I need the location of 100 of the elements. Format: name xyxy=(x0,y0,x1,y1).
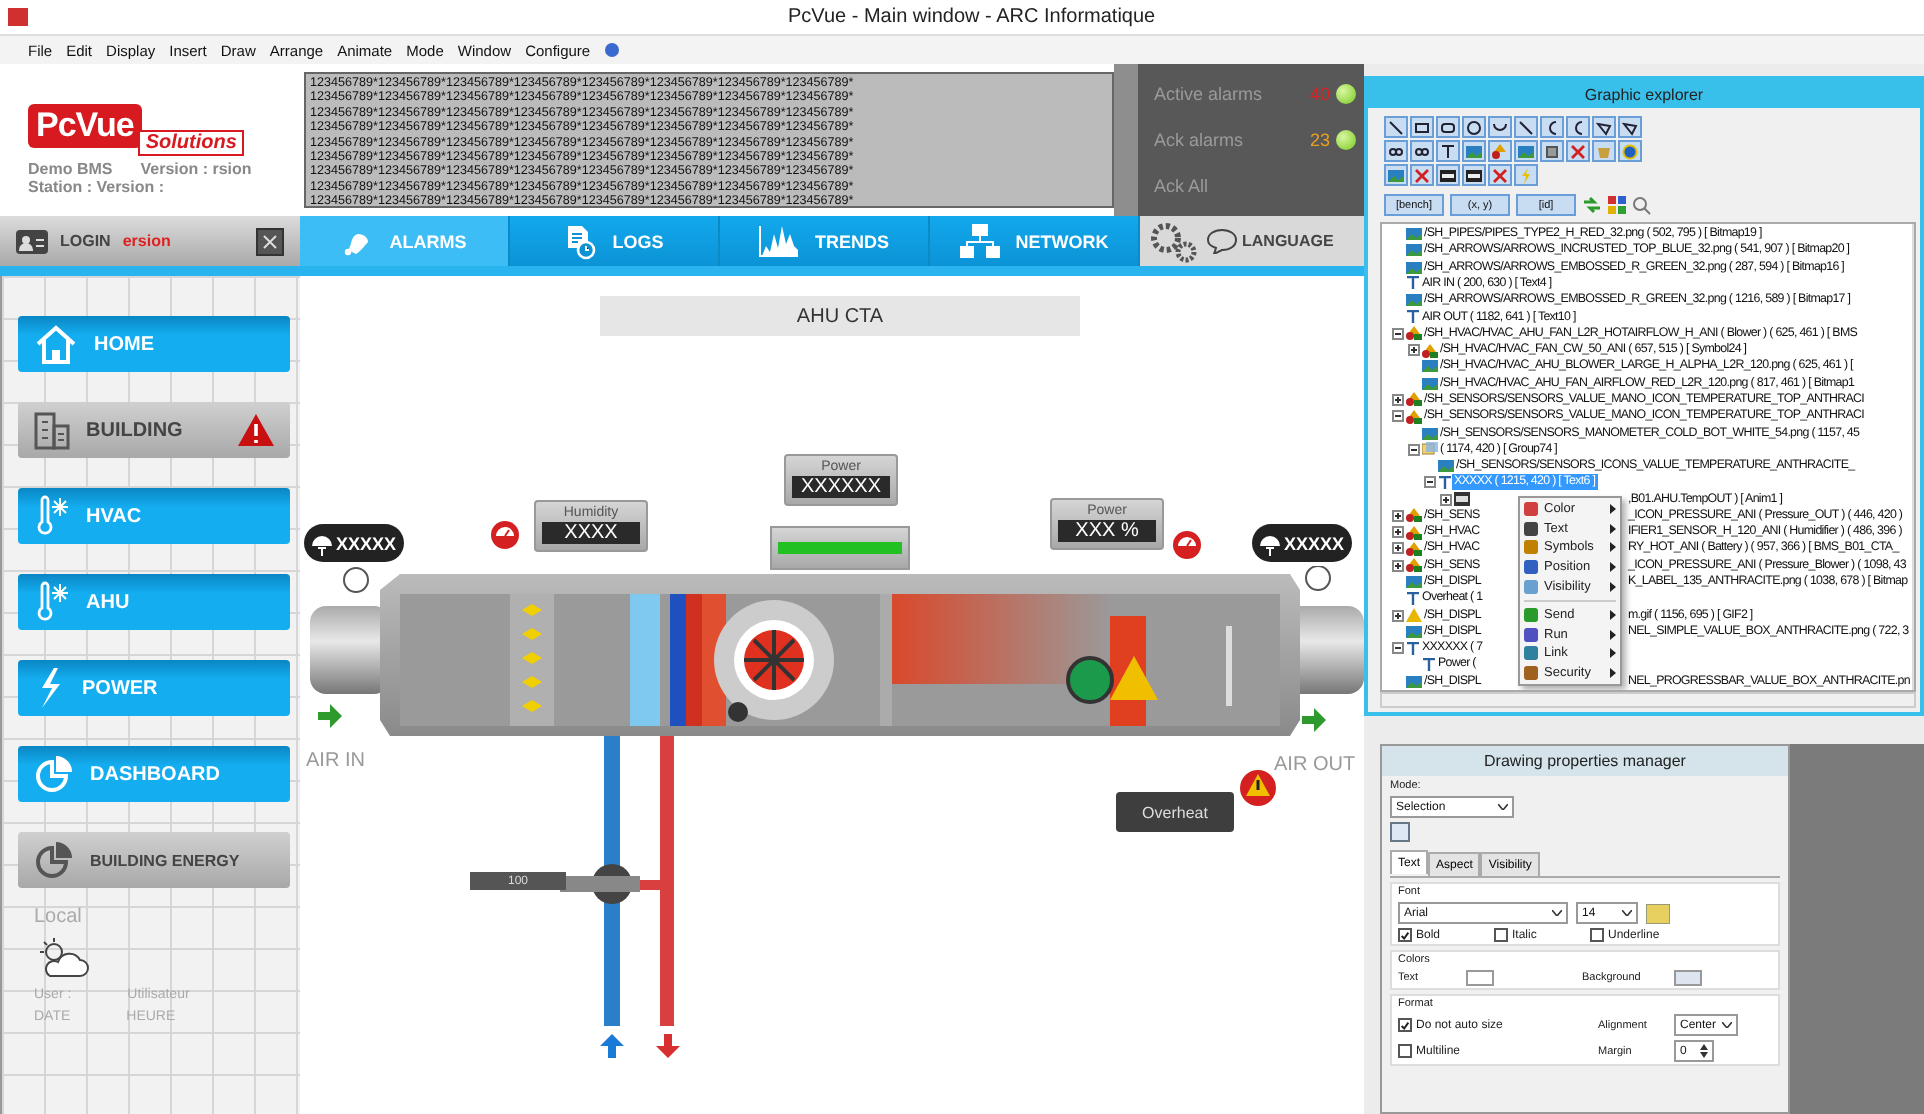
overheat-label: Overheat xyxy=(1116,792,1234,832)
sidebar-button[interactable]: BUILDING ENERGY xyxy=(18,832,290,888)
temperature-badge: XXXXX xyxy=(304,524,405,562)
close-button[interactable] xyxy=(256,227,284,255)
page-icon[interactable] xyxy=(1390,822,1410,842)
warning-icon xyxy=(1238,768,1278,806)
collapse-icon[interactable] xyxy=(1392,327,1404,340)
version-text: Version : rsion xyxy=(140,160,252,178)
image-icon xyxy=(1406,261,1422,274)
arrow-up-icon xyxy=(598,1032,626,1060)
panel-title: Graphic explorer xyxy=(1368,80,1920,108)
polygon-tool-icon[interactable] xyxy=(1592,116,1616,138)
logo: PcVue xyxy=(28,104,142,148)
expand-icon[interactable] xyxy=(1392,509,1404,522)
speech-bubble-icon xyxy=(1206,228,1238,254)
text-icon xyxy=(1406,276,1420,291)
palette-icon[interactable] xyxy=(1608,196,1626,214)
weather-icon xyxy=(34,936,90,980)
document-clock-icon xyxy=(564,223,597,259)
logo-tagline: Solutions xyxy=(137,130,245,156)
color-swatch[interactable] xyxy=(1674,970,1702,986)
tile-icon xyxy=(1524,540,1538,555)
line-tool-icon[interactable] xyxy=(1514,116,1538,138)
expand-icon[interactable] xyxy=(1392,559,1404,572)
air-in-label: AIR IN xyxy=(306,750,365,772)
color-picker-icon[interactable] xyxy=(1646,903,1670,923)
tile-icon xyxy=(1524,627,1538,642)
arc-tool-icon[interactable] xyxy=(1540,116,1564,138)
app-icon xyxy=(8,8,28,26)
collapse-icon[interactable] xyxy=(1392,642,1404,655)
arrow-down-icon xyxy=(654,1032,682,1060)
house-icon xyxy=(34,324,78,364)
collapse-icon[interactable] xyxy=(1392,410,1404,423)
color-swatch[interactable] xyxy=(1466,970,1494,986)
film-icon[interactable] xyxy=(1462,164,1486,186)
delete-icon[interactable] xyxy=(1566,140,1590,162)
sidebar-button[interactable]: BUILDING xyxy=(18,402,290,458)
image-icon xyxy=(1406,576,1422,589)
polygon-tool-icon[interactable] xyxy=(1618,116,1642,138)
film-icon[interactable] xyxy=(1436,164,1460,186)
caret-icon xyxy=(1498,804,1508,810)
expand-icon[interactable] xyxy=(1392,542,1404,555)
image-icon xyxy=(1422,360,1438,373)
thermometer-snowflake-icon xyxy=(34,494,70,538)
tile-icon xyxy=(1524,502,1538,517)
temperature-badge: XXXXX xyxy=(1252,524,1353,562)
refresh-icon[interactable] xyxy=(1582,196,1602,214)
expand-icon[interactable] xyxy=(1392,526,1404,539)
checkbox[interactable] xyxy=(1398,1018,1412,1032)
panel-title: Drawing properties manager xyxy=(1382,746,1788,776)
shapes-icon[interactable] xyxy=(1488,140,1512,162)
network-icon xyxy=(959,223,1000,259)
arrow-right-icon xyxy=(316,702,344,730)
expand-icon[interactable] xyxy=(1392,609,1404,622)
collapse-icon[interactable] xyxy=(1408,443,1420,456)
expand-icon[interactable] xyxy=(1440,493,1452,506)
image-icon xyxy=(1422,377,1438,390)
tile-icon xyxy=(1524,560,1538,575)
film-icon xyxy=(1454,492,1470,507)
tile-icon xyxy=(1524,646,1538,661)
delete-icon[interactable] xyxy=(1488,164,1512,186)
expand-icon[interactable] xyxy=(1392,393,1404,406)
image-icon xyxy=(1406,675,1422,688)
arc-tool-icon[interactable] xyxy=(1566,116,1590,138)
text-icon xyxy=(1406,591,1420,606)
expand-icon[interactable] xyxy=(1408,344,1420,357)
spinner-arrows-icon xyxy=(1700,1044,1708,1058)
rounded-rectangle-tool-icon[interactable] xyxy=(1436,116,1460,138)
circle-tool-icon[interactable] xyxy=(1462,116,1486,138)
checkbox[interactable] xyxy=(1398,928,1412,942)
link-icon[interactable] xyxy=(1384,140,1408,162)
rectangle-tool-icon[interactable] xyxy=(1410,116,1434,138)
image-icon xyxy=(1406,625,1422,638)
gears-icon[interactable] xyxy=(1148,219,1200,263)
alarm-count: 40 xyxy=(1309,84,1330,105)
tile-icon xyxy=(1524,521,1538,536)
line-tool-icon[interactable] xyxy=(1384,116,1408,138)
id-card-icon xyxy=(16,229,48,253)
globe-icon[interactable] xyxy=(1618,140,1642,162)
checkbox[interactable] xyxy=(1494,928,1508,942)
alarm-count: 23 xyxy=(1309,129,1330,150)
image-icon xyxy=(1438,460,1454,473)
close-icon xyxy=(262,233,278,249)
search-icon[interactable] xyxy=(1632,195,1652,215)
link-icon[interactable] xyxy=(1410,140,1434,162)
checkbox[interactable] xyxy=(1590,928,1604,942)
help-icon[interactable] xyxy=(604,42,621,58)
image-icon xyxy=(1406,294,1422,307)
arrow-right-icon xyxy=(1300,706,1328,734)
caret-icon xyxy=(1722,1022,1732,1028)
checkbox[interactable] xyxy=(1398,1044,1412,1058)
warning-icon xyxy=(1406,608,1422,623)
thermometer-snowflake-icon xyxy=(34,580,70,624)
tile-icon xyxy=(1524,579,1538,594)
login-label: LOGIN xyxy=(60,232,111,250)
collapse-icon[interactable] xyxy=(1424,476,1436,489)
arc-tool-icon[interactable] xyxy=(1488,116,1512,138)
text-tool-icon[interactable] xyxy=(1436,140,1460,162)
status-dot xyxy=(1336,129,1356,150)
delete-icon[interactable] xyxy=(1410,164,1434,186)
